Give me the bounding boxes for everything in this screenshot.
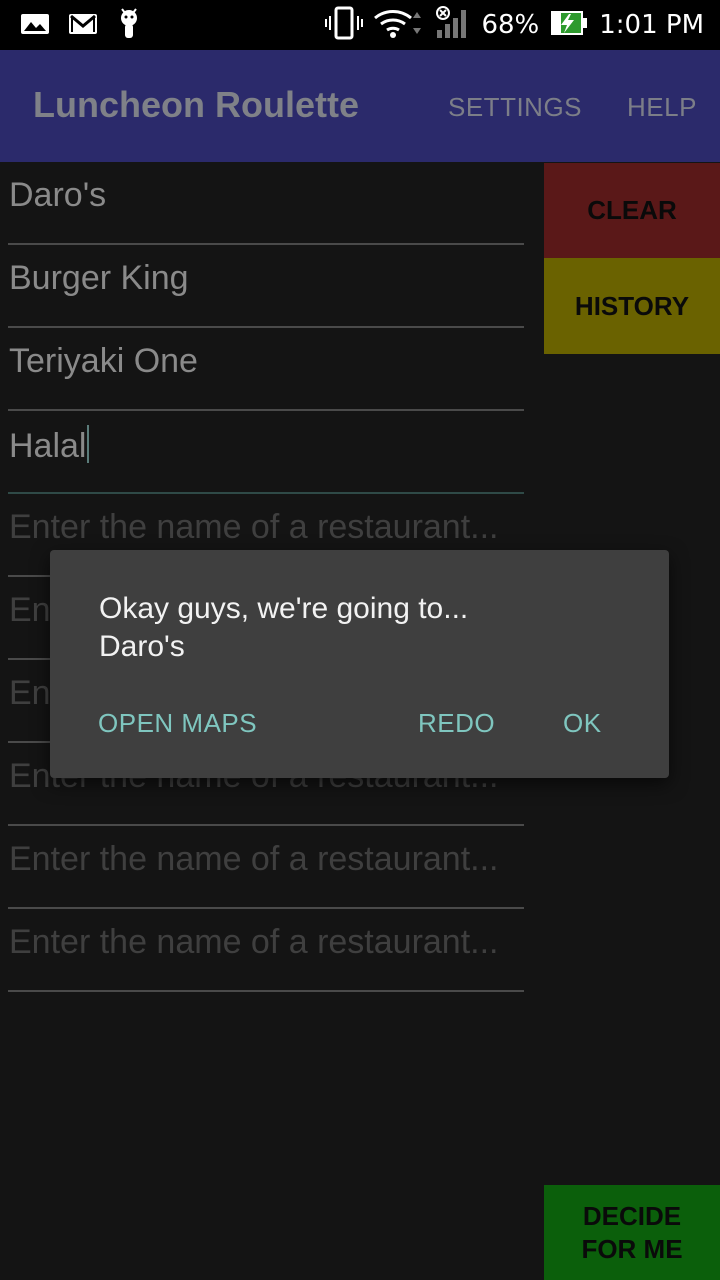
restaurant-input[interactable]: Teriyaki One bbox=[8, 328, 524, 411]
decide-label-line1: DECIDE bbox=[582, 1200, 682, 1231]
restaurant-input-placeholder: Enter the name of a restaurant... bbox=[9, 508, 499, 546]
result-dialog: Okay guys, we're going to... Daro's OPEN… bbox=[50, 550, 669, 778]
dialog-message: Okay guys, we're going to... Daro's bbox=[99, 590, 619, 666]
restaurant-input-value: Burger King bbox=[9, 259, 189, 297]
settings-button[interactable]: SETTINGS bbox=[448, 92, 582, 123]
wifi-icon bbox=[373, 6, 425, 44]
restaurant-input-value: Halal bbox=[9, 425, 525, 466]
clock: 1:01 PM bbox=[599, 10, 704, 40]
help-button[interactable]: HELP bbox=[627, 92, 697, 123]
restaurant-input-value: Teriyaki One bbox=[9, 342, 198, 380]
app-title: Luncheon Roulette bbox=[33, 84, 359, 125]
app-bar: Luncheon Roulette SETTINGS HELP bbox=[0, 50, 720, 162]
status-bar: 68% 1:01 PM bbox=[0, 0, 720, 50]
decide-for-me-button[interactable]: DECIDE FOR ME bbox=[544, 1185, 720, 1280]
history-button[interactable]: HISTORY bbox=[544, 258, 720, 354]
restaurant-input-empty[interactable]: Enter the name of a restaurant... bbox=[8, 826, 524, 909]
battery-charging-icon bbox=[549, 8, 589, 42]
restaurant-input-placeholder: Enter the name of a restaurant... bbox=[9, 923, 499, 961]
decide-label-line2: FOR ME bbox=[581, 1233, 683, 1264]
android-debug-icon bbox=[116, 8, 142, 44]
clear-button[interactable]: CLEAR bbox=[544, 163, 720, 258]
restaurant-input-value: Daro's bbox=[9, 176, 107, 214]
restaurant-input[interactable]: Daro's bbox=[8, 162, 524, 245]
focused-input-text: Halal bbox=[9, 427, 87, 465]
restaurant-input-empty[interactable]: Enter the name of a restaurant... bbox=[8, 909, 524, 992]
gmail-icon bbox=[68, 12, 98, 40]
redo-button[interactable]: REDO bbox=[418, 708, 495, 739]
no-signal-icon bbox=[435, 6, 471, 44]
restaurant-input[interactable]: Burger King bbox=[8, 245, 524, 328]
battery-percent: 68% bbox=[481, 10, 540, 40]
dialog-message-line1: Okay guys, we're going to... bbox=[99, 592, 469, 625]
restaurant-input-placeholder: Enter the name of a restaurant... bbox=[9, 840, 499, 878]
text-cursor bbox=[87, 425, 90, 463]
dialog-chosen-restaurant: Daro's bbox=[99, 630, 185, 663]
ok-button[interactable]: OK bbox=[563, 708, 602, 739]
open-maps-button[interactable]: OPEN MAPS bbox=[98, 708, 257, 739]
image-icon bbox=[20, 12, 50, 40]
restaurant-input-focused[interactable]: Halal bbox=[8, 411, 524, 494]
vibrate-icon bbox=[325, 6, 364, 44]
